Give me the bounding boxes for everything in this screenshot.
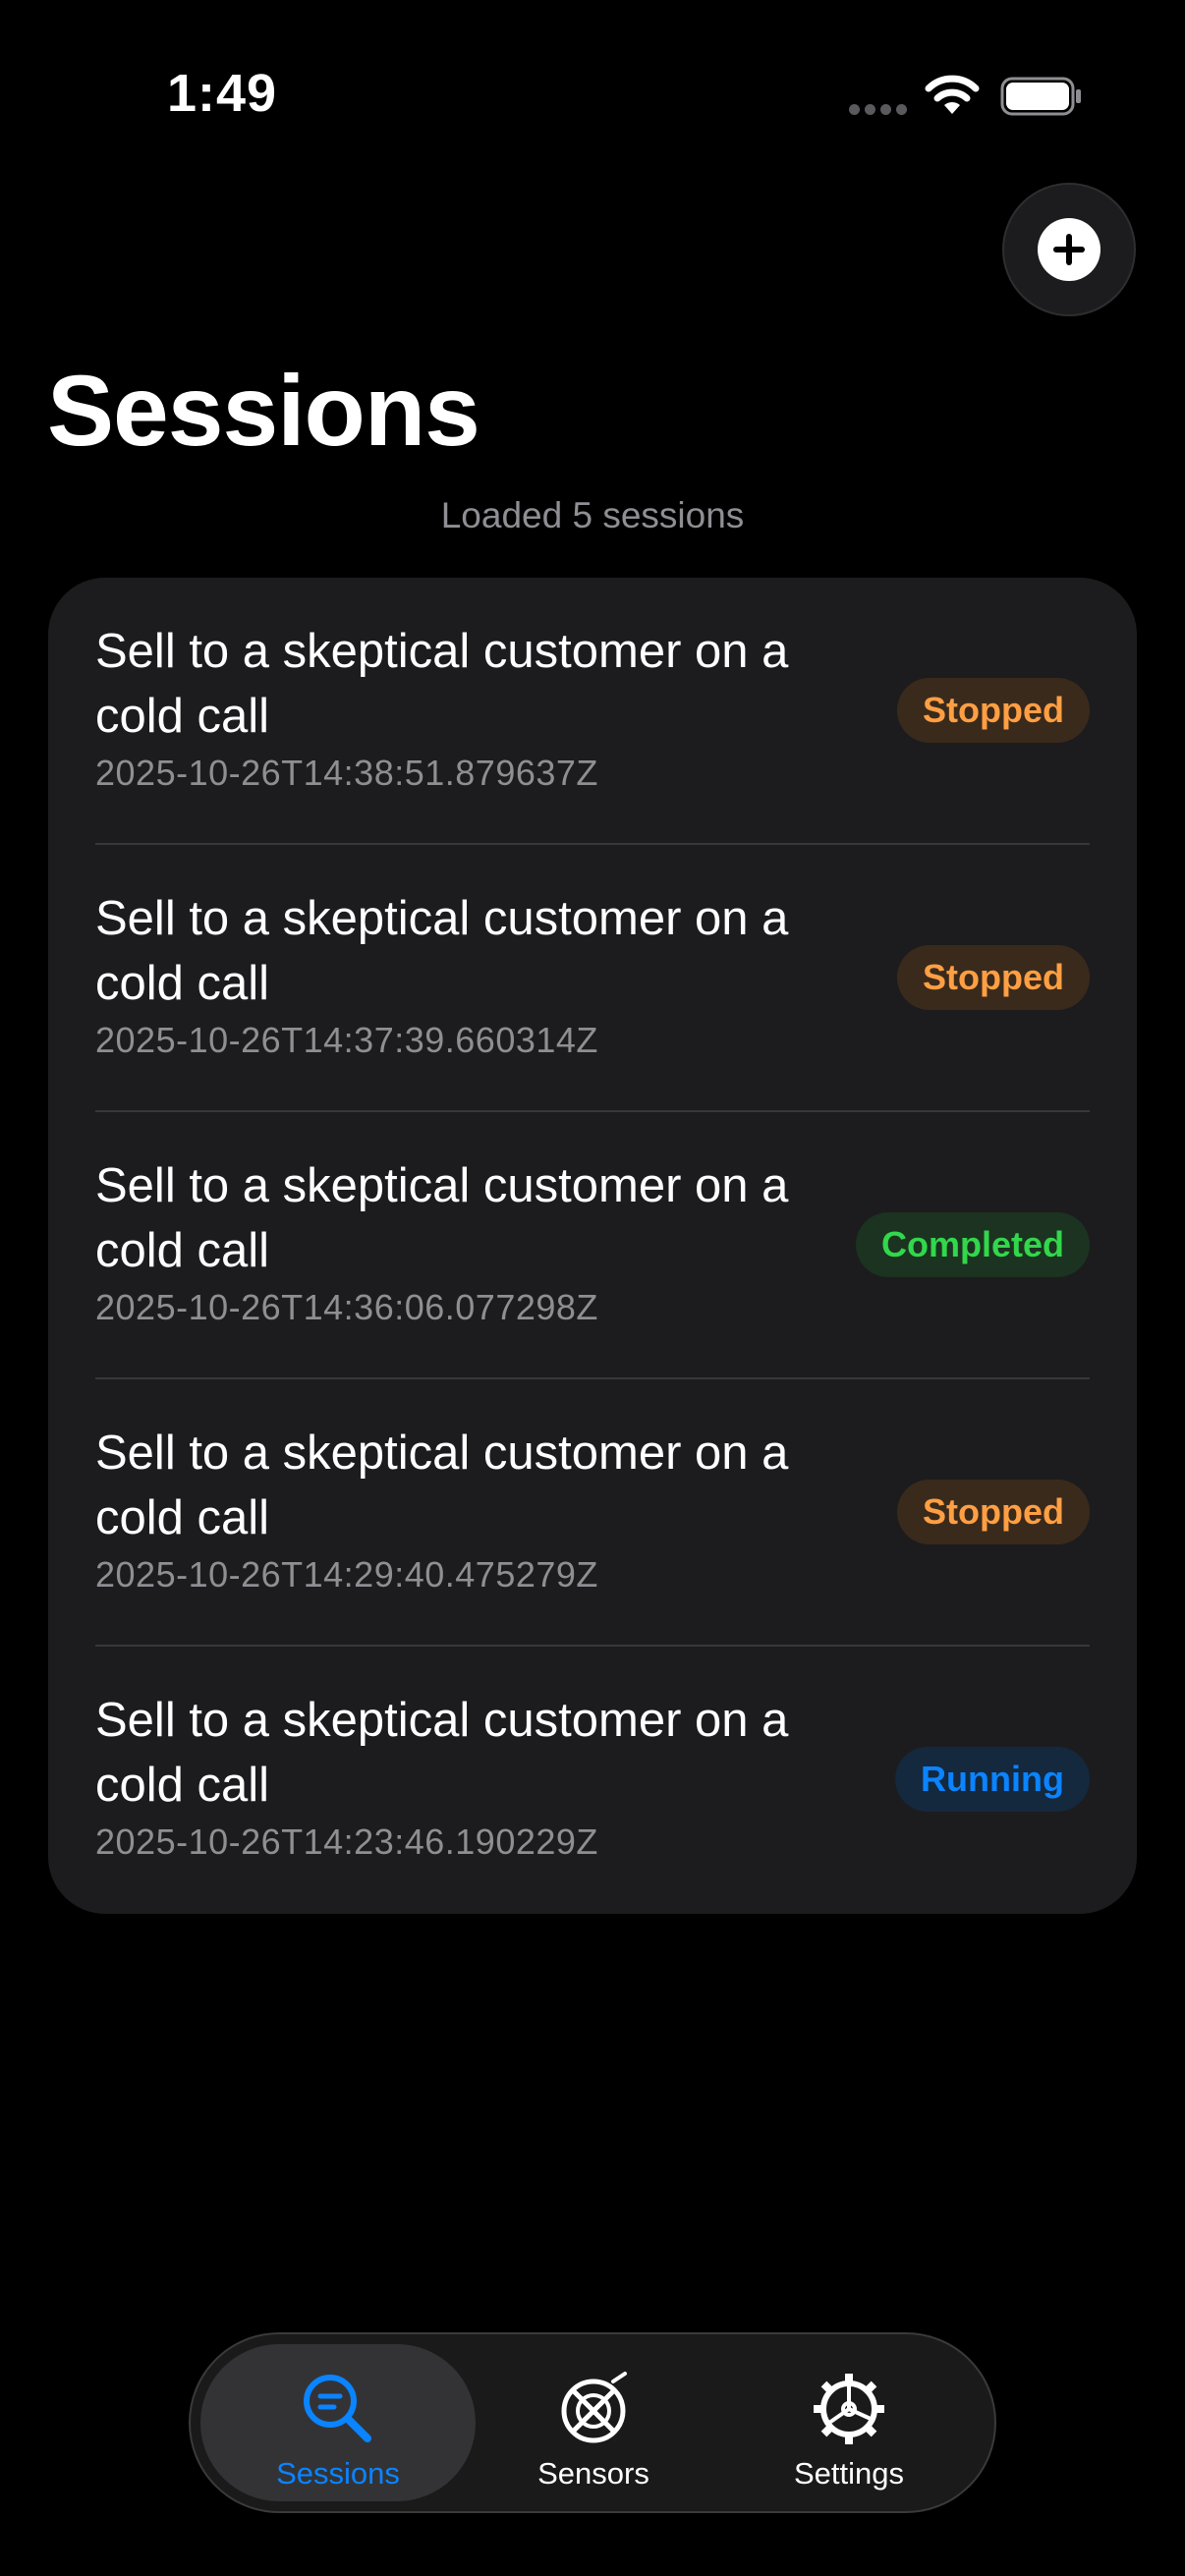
page-title: Sessions: [47, 355, 480, 467]
add-session-button[interactable]: [1002, 183, 1136, 316]
session-row[interactable]: Sell to a skeptical customer on a cold c…: [95, 845, 1090, 1112]
status-badge: Stopped: [897, 678, 1090, 743]
status-badge: Stopped: [897, 1480, 1090, 1544]
status-bar: 1:49: [0, 0, 1185, 196]
session-row[interactable]: Sell to a skeptical customer on a cold c…: [95, 578, 1090, 845]
session-row[interactable]: Sell to a skeptical customer on a cold c…: [95, 1647, 1090, 1914]
wifi-icon: [925, 75, 980, 114]
load-status-text: Loaded 5 sessions: [440, 495, 745, 535]
session-title: Sell to a skeptical customer on a cold c…: [95, 1159, 789, 1277]
session-row[interactable]: Sell to a skeptical customer on a cold c…: [95, 1379, 1090, 1647]
tab-label: Sensors: [537, 2456, 649, 2491]
session-title: Sell to a skeptical customer on a cold c…: [95, 1694, 789, 1812]
session-title: Sell to a skeptical customer on a cold c…: [95, 892, 789, 1010]
tab-settings[interactable]: Settings: [711, 2344, 987, 2501]
status-time: 1:49: [167, 64, 278, 123]
session-timestamp: 2025-10-26T14:38:51.879637Z: [95, 753, 598, 793]
session-title: Sell to a skeptical customer on a cold c…: [95, 1427, 789, 1544]
battery-icon: [1000, 77, 1081, 116]
session-timestamp: 2025-10-26T14:37:39.660314Z: [95, 1020, 598, 1060]
session-timestamp: 2025-10-26T14:23:46.190229Z: [95, 1821, 598, 1862]
status-badge: Completed: [855, 1212, 1090, 1277]
session-timestamp: 2025-10-26T14:29:40.475279Z: [95, 1554, 598, 1595]
tab-label: Sessions: [276, 2456, 400, 2491]
session-row[interactable]: Sell to a skeptical customer on a cold c…: [95, 1112, 1090, 1379]
status-badge: Running: [895, 1747, 1090, 1812]
session-timestamp: 2025-10-26T14:36:06.077298Z: [95, 1287, 598, 1327]
sensor-icon: [561, 2372, 627, 2443]
tab-sensors[interactable]: Sensors: [456, 2344, 731, 2501]
tab-bar: Sessions Sensors Settings: [189, 2332, 996, 2513]
plus-icon: [1038, 218, 1100, 281]
tab-label: Settings: [793, 2456, 904, 2491]
tab-sessions[interactable]: Sessions: [200, 2344, 476, 2501]
sessions-list: Sell to a skeptical customer on a cold c…: [48, 578, 1137, 1914]
search-list-icon: [304, 2375, 371, 2442]
status-badge: Stopped: [897, 945, 1090, 1010]
cellular-signal-icon: [849, 104, 908, 116]
session-title: Sell to a skeptical customer on a cold c…: [95, 625, 789, 743]
gear-icon: [814, 2374, 884, 2444]
